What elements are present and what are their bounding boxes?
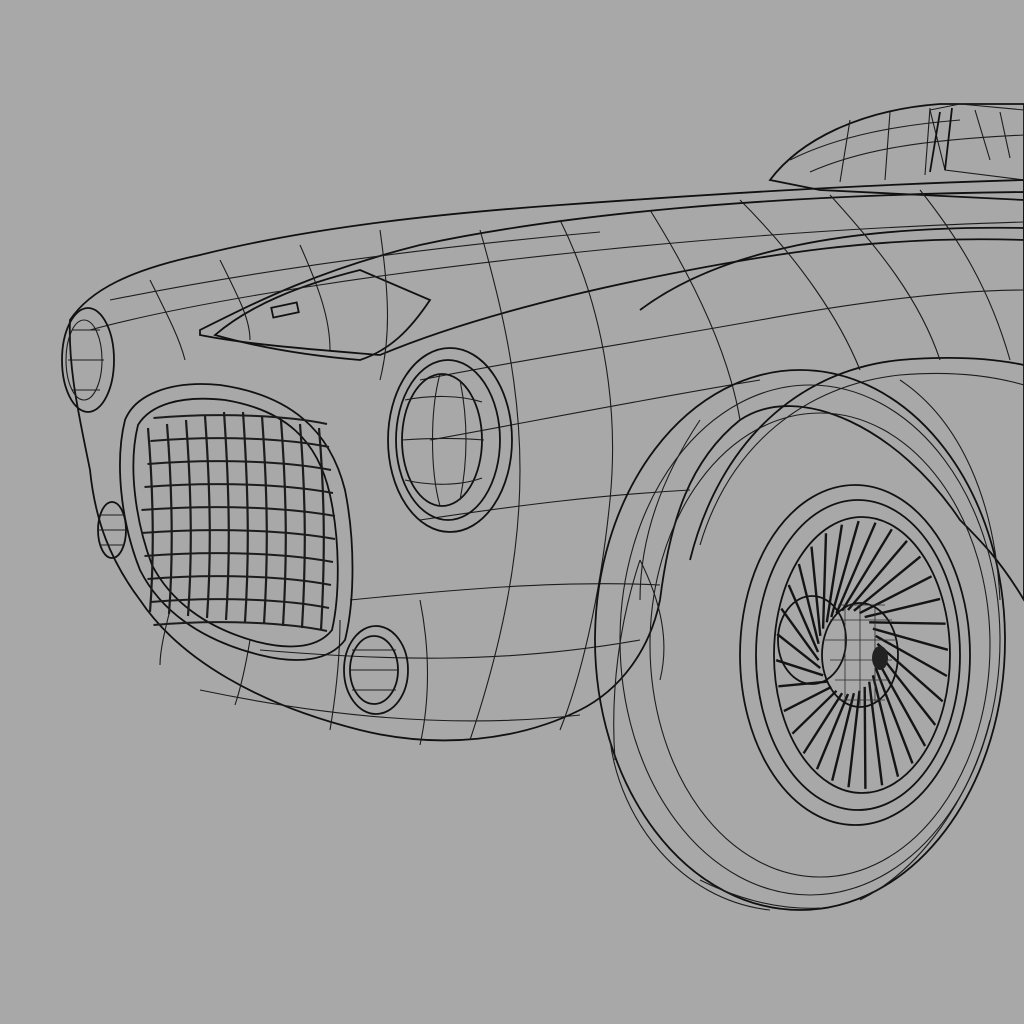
grille-bars <box>141 411 336 632</box>
wheel-spoke <box>821 533 828 629</box>
wheel-spokes <box>775 520 949 789</box>
grille-vertical-bar <box>184 419 192 617</box>
front-wheel <box>594 369 1006 911</box>
grille-vertical-bar <box>317 427 325 631</box>
wheel-spoke <box>872 627 949 651</box>
wheel-spoke <box>868 681 884 786</box>
right-headlight <box>387 347 513 533</box>
wheel-spoke <box>783 685 832 713</box>
left-fog-light <box>97 501 127 559</box>
grille-vertical-bar <box>298 423 306 629</box>
grille-horizontal-bar <box>153 621 328 632</box>
left-headlight <box>61 307 115 413</box>
wheel-spoke <box>869 621 946 625</box>
render-viewport <box>0 0 1024 1024</box>
car-wireframe-render <box>61 103 1024 911</box>
grille-vertical-bar <box>241 411 249 623</box>
grille-vertical-bar <box>165 423 173 615</box>
wheel-spoke <box>863 686 867 789</box>
grille-vertical-bar <box>260 415 268 625</box>
right-fog-light <box>343 625 409 715</box>
grille-vertical-bar <box>203 415 211 619</box>
wheel-spoke <box>787 584 820 653</box>
wheel-spoke <box>858 575 933 615</box>
grille-vertical-bar <box>222 411 230 621</box>
grille-horizontal-bar <box>141 529 336 540</box>
grille-vertical-bar <box>279 419 287 627</box>
